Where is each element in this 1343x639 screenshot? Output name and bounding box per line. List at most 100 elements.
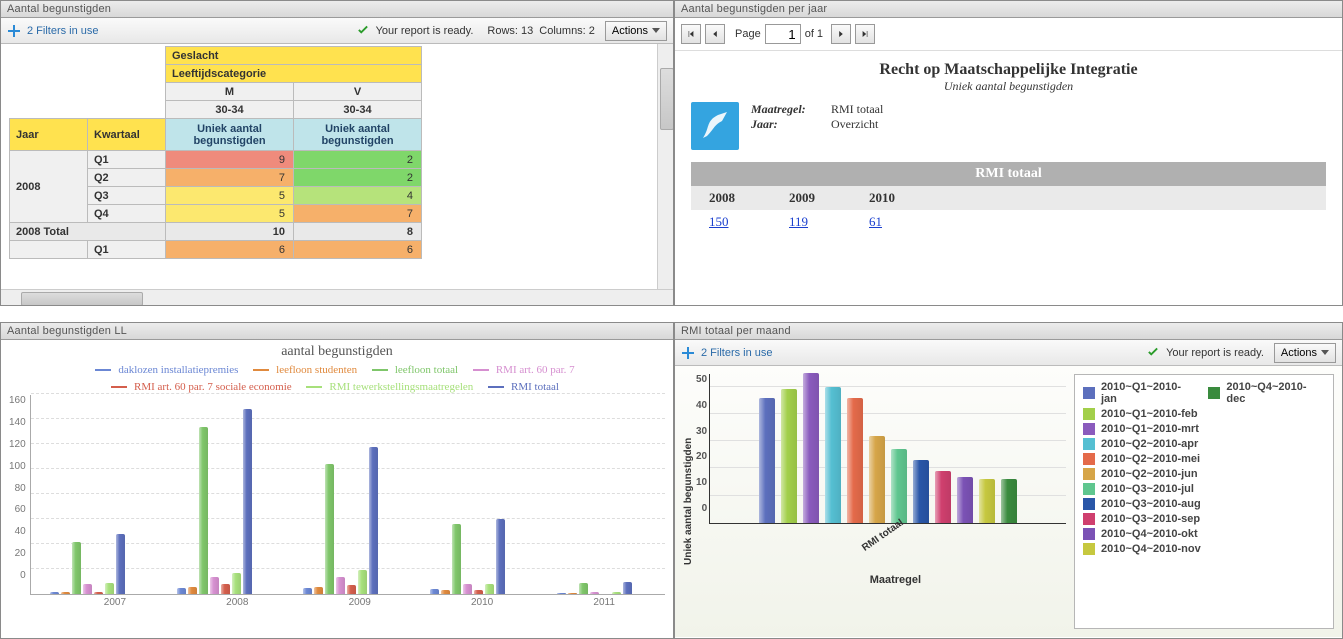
- page-input[interactable]: [765, 24, 801, 44]
- legend-item[interactable]: 2010~Q3~2010-sep: [1101, 513, 1200, 525]
- legend-item[interactable]: RMI art. 60 par. 7: [496, 364, 575, 376]
- bar[interactable]: [452, 524, 461, 594]
- value-link-2010[interactable]: 61: [869, 214, 882, 229]
- actions-button[interactable]: Actions: [605, 21, 667, 41]
- col-age-v[interactable]: 30-34: [294, 101, 422, 119]
- bar[interactable]: [94, 592, 103, 595]
- legend-item[interactable]: 2010~Q3~2010-aug: [1101, 498, 1201, 510]
- bar[interactable]: [568, 593, 577, 594]
- legend-item[interactable]: RMI tewerkstellingsmaatregelen: [329, 381, 473, 393]
- legend-item[interactable]: 2010~Q3~2010-jul: [1101, 483, 1194, 495]
- cell[interactable]: 2: [294, 151, 422, 169]
- col-m[interactable]: M: [166, 83, 294, 101]
- bar[interactable]: [957, 477, 973, 523]
- cell[interactable]: 9: [166, 151, 294, 169]
- cell[interactable]: 6: [294, 241, 422, 259]
- legend-item[interactable]: 2010~Q4~2010-okt: [1101, 528, 1198, 540]
- actions-button[interactable]: Actions: [1274, 343, 1336, 363]
- chart-plot-area[interactable]: [30, 395, 665, 595]
- report-body[interactable]: Recht op Maatschappelijke Integratie Uni…: [675, 51, 1342, 305]
- measure-v[interactable]: Uniek aantal begunstigden: [294, 119, 422, 151]
- q-label[interactable]: Q4: [88, 205, 166, 223]
- legend-item[interactable]: 2010~Q1~2010-jan: [1101, 381, 1197, 405]
- bar[interactable]: [557, 593, 566, 594]
- legend-item[interactable]: RMI art. 60 par. 7 sociale economie: [134, 381, 292, 393]
- vertical-scrollbar[interactable]: [657, 44, 673, 289]
- bar[interactable]: [358, 570, 367, 594]
- year-next[interactable]: [10, 241, 88, 259]
- chart-legend[interactable]: daklozen installatiepremies leefloon stu…: [9, 362, 665, 395]
- legend-item[interactable]: 2010~Q2~2010-mei: [1101, 453, 1200, 465]
- cell[interactable]: 7: [294, 205, 422, 223]
- chart-plot-area[interactable]: [709, 374, 1066, 524]
- q-label[interactable]: Q1: [88, 241, 166, 259]
- last-page-button[interactable]: [855, 24, 875, 44]
- bar[interactable]: [116, 534, 125, 594]
- bar[interactable]: [325, 464, 334, 594]
- row-jaar-head[interactable]: Jaar: [10, 119, 88, 151]
- bar[interactable]: [463, 584, 472, 594]
- horizontal-scrollbar[interactable]: [1, 289, 673, 305]
- legend-item[interactable]: daklozen installatiepremies: [118, 364, 238, 376]
- row-kwartaal-head[interactable]: Kwartaal: [88, 119, 166, 151]
- bar[interactable]: [188, 587, 197, 595]
- legend-item[interactable]: leefloon studenten: [276, 364, 357, 376]
- bar[interactable]: [579, 583, 588, 594]
- total-label[interactable]: 2008 Total: [10, 223, 166, 241]
- col-age-m[interactable]: 30-34: [166, 101, 294, 119]
- col-leeftijd[interactable]: Leeftijdscategorie: [166, 65, 422, 83]
- total-m[interactable]: 10: [166, 223, 294, 241]
- bar[interactable]: [303, 588, 312, 594]
- legend-item[interactable]: leefloon totaal: [395, 364, 458, 376]
- bar[interactable]: [232, 573, 241, 594]
- bar[interactable]: [913, 460, 929, 523]
- bar[interactable]: [825, 387, 841, 523]
- bar[interactable]: [485, 584, 494, 594]
- bar[interactable]: [430, 589, 439, 594]
- legend-item[interactable]: 2010~Q4~2010-nov: [1101, 543, 1201, 555]
- col-geslacht[interactable]: Geslacht: [166, 47, 422, 65]
- q-label[interactable]: Q3: [88, 187, 166, 205]
- pivot-scroll[interactable]: Geslacht Leeftijdscategorie MV 30-3430-3…: [1, 44, 673, 289]
- bar[interactable]: [1001, 479, 1017, 523]
- chart-legend[interactable]: 2010~Q1~2010-jan 2010~Q4~2010-dec 2010~Q…: [1074, 374, 1334, 629]
- bar[interactable]: [336, 577, 345, 595]
- bar[interactable]: [105, 583, 114, 594]
- bar[interactable]: [83, 584, 92, 594]
- filters-in-use-label[interactable]: 2 Filters in use: [701, 347, 773, 359]
- measure-m[interactable]: Uniek aantal begunstigden: [166, 119, 294, 151]
- legend-item[interactable]: 2010~Q2~2010-apr: [1101, 438, 1198, 450]
- bar[interactable]: [221, 584, 230, 594]
- bar[interactable]: [623, 582, 632, 595]
- cell[interactable]: 6: [166, 241, 294, 259]
- bar[interactable]: [612, 592, 621, 595]
- bar[interactable]: [979, 479, 995, 523]
- bar[interactable]: [781, 389, 797, 523]
- bar[interactable]: [177, 588, 186, 594]
- cell[interactable]: 2: [294, 169, 422, 187]
- filters-in-use-label[interactable]: 2 Filters in use: [27, 25, 99, 37]
- bar[interactable]: [847, 398, 863, 523]
- bar[interactable]: [199, 427, 208, 595]
- q-label[interactable]: Q1: [88, 151, 166, 169]
- bar[interactable]: [347, 585, 356, 594]
- next-page-button[interactable]: [831, 24, 851, 44]
- prev-page-button[interactable]: [705, 24, 725, 44]
- bar[interactable]: [935, 471, 951, 523]
- legend-item[interactable]: 2010~Q1~2010-feb: [1101, 408, 1198, 420]
- bar[interactable]: [474, 590, 483, 594]
- bar[interactable]: [243, 409, 252, 594]
- value-link-2009[interactable]: 119: [789, 214, 808, 229]
- cell[interactable]: 4: [294, 187, 422, 205]
- add-filter-icon[interactable]: [7, 24, 21, 38]
- col-v[interactable]: V: [294, 83, 422, 101]
- legend-item[interactable]: 2010~Q2~2010-jun: [1101, 468, 1198, 480]
- value-link-2008[interactable]: 150: [709, 214, 729, 229]
- cell[interactable]: 5: [166, 187, 294, 205]
- year-2008[interactable]: 2008: [10, 151, 88, 223]
- bar[interactable]: [61, 592, 70, 595]
- cell[interactable]: 5: [166, 205, 294, 223]
- legend-item[interactable]: 2010~Q4~2010-dec: [1226, 381, 1325, 405]
- bar[interactable]: [369, 447, 378, 595]
- bar[interactable]: [210, 577, 219, 595]
